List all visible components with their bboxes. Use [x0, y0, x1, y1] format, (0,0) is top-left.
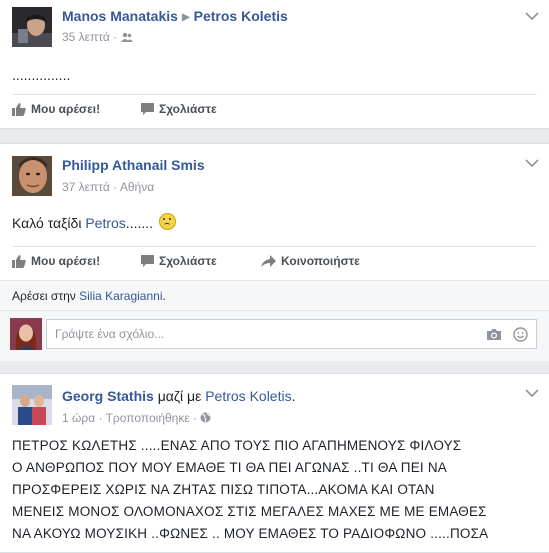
post-timestamp[interactable]: 35 λεπτά — [62, 30, 110, 44]
thumbs-up-icon — [12, 102, 26, 116]
comment-button[interactable]: Σχολιάστε — [141, 254, 217, 268]
post-author-line: Philipp Athanail Smis — [62, 157, 205, 173]
sad-emoji-icon — [158, 213, 176, 230]
post-actions: Μου αρέσει! Σχολιάστε Κοινοποιήστε — [12, 246, 537, 277]
comment-box — [46, 319, 537, 349]
share-button[interactable]: Κοινοποιήστε — [261, 254, 360, 268]
comment-icon — [141, 255, 154, 267]
camera-icon[interactable] — [486, 328, 502, 341]
thumbs-up-icon — [12, 254, 26, 268]
post-card-1: Manos Manatakis ▶ Petros Koletis 35 λεπτά … — [0, 0, 549, 129]
post-body-line: ΝΑ ΑΚΟΥΩ ΜΟΥΣΙΚΗ ..ΦΩΝΕΣ .. ΜΟΥ ΕΜΑΘΕΣ Τ… — [12, 526, 489, 541]
tagged-name[interactable]: Petros Koletis — [205, 388, 291, 404]
author-name[interactable]: Manos Manatakis — [62, 8, 178, 24]
post-actions: Μου αρέσει! Σχολιάστε — [12, 94, 537, 125]
comment-button[interactable]: Σχολιάστε — [141, 102, 217, 116]
friends-icon[interactable] — [120, 32, 133, 42]
likes-suffix: . — [162, 289, 166, 303]
author-name[interactable]: Georg Stathis — [62, 388, 154, 404]
share-label: Κοινοποιήστε — [281, 254, 360, 268]
avatar-manos[interactable] — [12, 7, 52, 47]
comment-label: Σχολιάστε — [159, 254, 217, 268]
mention-link[interactable]: Petros — [85, 215, 125, 231]
emoji-smile-icon[interactable] — [513, 327, 528, 342]
tagged-suffix: . — [291, 388, 296, 404]
post-card-3: Georg Stathis μαζί με Petros Koletis. 1 … — [0, 373, 549, 553]
post-body-line: ΠΕΤΡΟΣ ΚΩΛΕΤΗΣ .....ΕΝΑΣ ΑΠΟ ΤΟΥΣ ΠΙΟ ΑΓ… — [12, 438, 462, 453]
comment-label: Σχολιάστε — [159, 102, 217, 116]
post-location[interactable]: Αθήνα — [120, 180, 154, 194]
post-body-line: ΜΕΝΕΙΣ ΜΟΝΟΣ ΟΛΟΜΟΝΑΧΟΣ ΣΤΙΣ ΜΕΓΑΛΕΣ ΜΑΧ… — [12, 504, 487, 519]
share-arrow-icon — [261, 255, 276, 267]
post-author-line: Manos Manatakis ▶ Petros Koletis — [62, 8, 288, 24]
like-button[interactable]: Μου αρέσει! — [12, 102, 100, 116]
like-label: Μου αρέσει! — [31, 102, 101, 116]
comment-icon — [141, 103, 154, 115]
with-text: μαζί με — [157, 388, 202, 404]
chevron-down-icon[interactable] — [525, 388, 539, 398]
chevron-down-icon[interactable] — [525, 158, 539, 168]
target-name[interactable]: Petros Koletis — [194, 8, 288, 24]
post-body-line: ΠΡΟΣΦΕΡΕΙΣ ΧΩΡΙΣ ΝΑ ΖΗΤΑΣ ΠΙΣΩ ΤΙΠΟΤΑ...… — [12, 482, 435, 497]
comment-input[interactable] — [47, 320, 437, 348]
post-body: ............... — [12, 67, 71, 83]
comment-composer — [0, 310, 549, 361]
body-text-suffix: ....... — [125, 215, 154, 231]
post-author-line: Georg Stathis μαζί με Petros Koletis. — [62, 388, 295, 404]
post-body-line: Ο ΑΝΘΡΩΠΟΣ ΠΟΥ ΜΟΥ ΕΜΑΘΕ ΤΙ ΘΑ ΠΕΙ ΑΓΩΝΑ… — [12, 460, 447, 475]
chevron-down-icon[interactable] — [525, 11, 539, 21]
author-name[interactable]: Philipp Athanail Smis — [62, 157, 205, 173]
liker-name[interactable]: Silia Karagianni — [79, 289, 162, 303]
avatar-georg[interactable] — [12, 385, 52, 425]
post-card-2: Philipp Athanail Smis 37 λεπτά · Αθήνα Κ… — [0, 143, 549, 361]
avatar-philipp[interactable] — [12, 156, 52, 196]
post-timestamp[interactable]: 1 ώρα — [62, 411, 95, 425]
post-meta: 37 λεπτά · Αθήνα — [62, 180, 155, 194]
post-meta: 1 ώρα · Τροποποιήθηκε · — [62, 411, 211, 425]
globe-icon[interactable] — [200, 412, 211, 423]
edited-label[interactable]: Τροποποιήθηκε — [106, 411, 190, 425]
likes-prefix: Αρέσει στην — [12, 289, 76, 303]
commenter-avatar[interactable] — [10, 318, 42, 350]
like-button[interactable]: Μου αρέσει! — [12, 254, 100, 268]
body-text-prefix: Καλό ταξίδι — [12, 215, 82, 231]
likes-summary: Αρέσει στην Silia Karagianni. — [0, 280, 549, 310]
post-meta: 35 λεπτά · — [62, 30, 133, 44]
post-timestamp[interactable]: 37 λεπτά — [62, 180, 110, 194]
post-body: Καλό ταξίδι Petros....... — [12, 213, 176, 231]
arrow-right-icon: ▶ — [181, 12, 190, 23]
like-label: Μου αρέσει! — [31, 254, 101, 268]
